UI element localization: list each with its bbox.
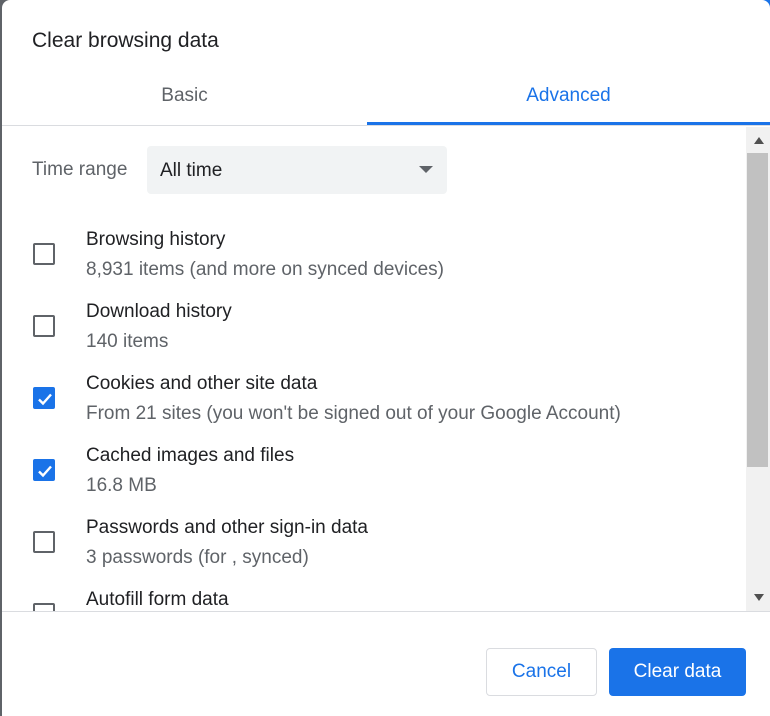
clear-browsing-data-dialog: Clear browsing data Basic Advanced Time …: [2, 0, 770, 716]
caret-down-icon: [419, 166, 433, 173]
option-passwords: Passwords and other sign-in data 3 passw…: [2, 505, 746, 577]
option-subtitle: From 21 sites (you won't be signed out o…: [86, 403, 621, 424]
option-browsing-history: Browsing history 8,931 items (and more o…: [2, 217, 746, 289]
check-icon: [38, 465, 52, 478]
dialog-title: Clear browsing data: [32, 29, 219, 52]
option-cookies: Cookies and other site data From 21 site…: [2, 361, 746, 433]
option-title: Browsing history: [86, 229, 226, 250]
option-title: Cookies and other site data: [86, 373, 318, 394]
passwords-checkbox[interactable]: [33, 531, 55, 553]
clear-data-button[interactable]: Clear data: [609, 648, 746, 696]
scroll-down-arrow-icon[interactable]: [754, 594, 764, 601]
option-download-history: Download history 140 items: [2, 289, 746, 361]
option-title: Autofill form data: [86, 589, 229, 610]
tab-advanced[interactable]: Advanced: [367, 74, 770, 126]
option-autofill: Autofill form data: [2, 577, 746, 611]
scroll-up-arrow-icon[interactable]: [754, 137, 764, 144]
scrollbar[interactable]: [746, 127, 770, 611]
browsing-history-checkbox[interactable]: [33, 243, 55, 265]
option-title: Passwords and other sign-in data: [86, 517, 368, 538]
autofill-checkbox[interactable]: [33, 603, 55, 611]
time-range-select[interactable]: All time: [147, 146, 447, 194]
option-subtitle: 140 items: [86, 331, 169, 352]
cookies-checkbox[interactable]: [33, 387, 55, 409]
option-subtitle: 8,931 items (and more on synced devices): [86, 259, 445, 280]
download-history-checkbox[interactable]: [33, 315, 55, 337]
time-range-label: Time range: [32, 159, 128, 180]
scroll-thumb[interactable]: [747, 153, 768, 467]
option-subtitle: 3 passwords (for , synced): [86, 547, 309, 568]
option-cached-images: Cached images and files 16.8 MB: [2, 433, 746, 505]
option-title: Download history: [86, 301, 232, 322]
option-subtitle: 16.8 MB: [86, 475, 157, 496]
tabs-divider: [2, 125, 770, 126]
cached-images-checkbox[interactable]: [33, 459, 55, 481]
tab-basic[interactable]: Basic: [2, 74, 367, 126]
check-icon: [38, 393, 52, 406]
cancel-button[interactable]: Cancel: [486, 648, 597, 696]
tab-bar: Basic Advanced: [2, 74, 770, 126]
options-scroll-area: Time range All time Browsing history 8,9…: [2, 127, 746, 611]
option-title: Cached images and files: [86, 445, 295, 466]
time-range-value: All time: [160, 160, 223, 181]
footer-divider: [2, 611, 770, 612]
